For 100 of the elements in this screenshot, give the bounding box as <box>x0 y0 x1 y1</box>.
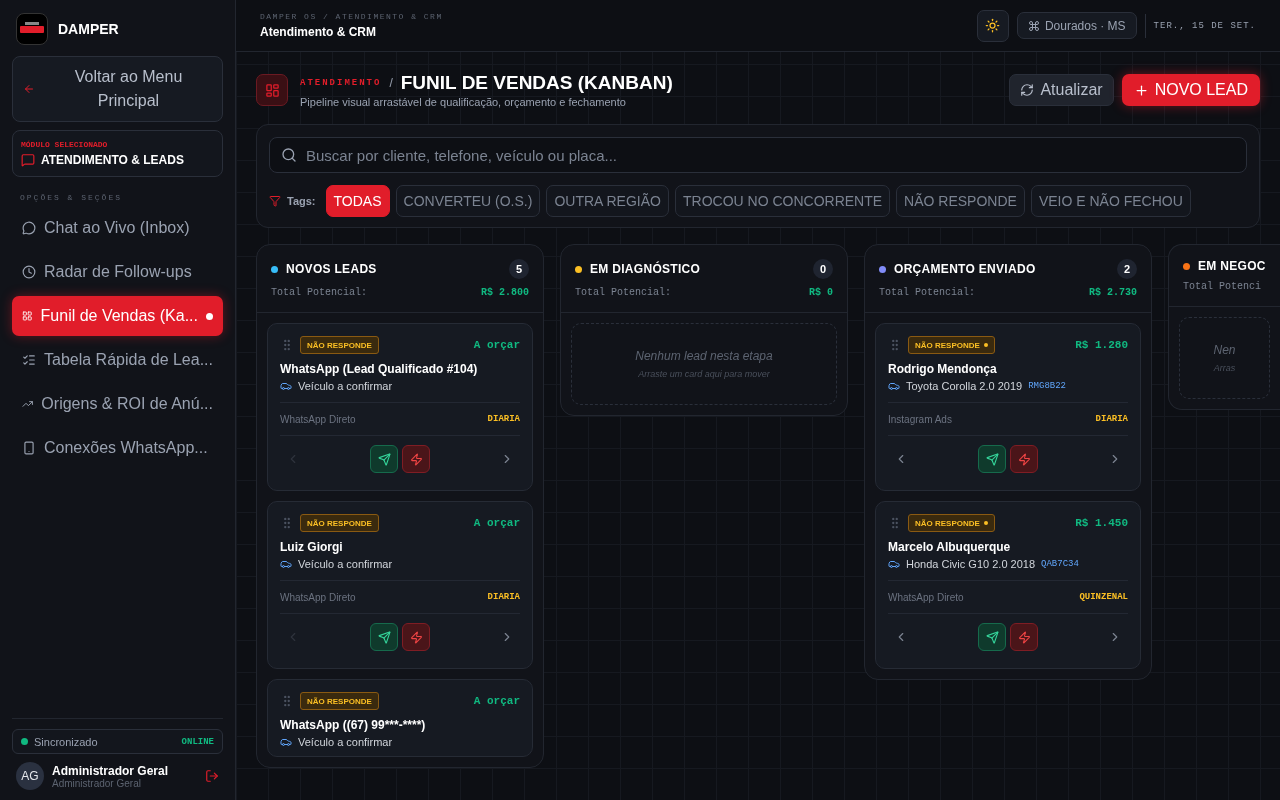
active-dot <box>206 312 213 320</box>
lead-card[interactable]: NÃO RESPONDE R$ 1.450 Marcelo Albuquerque Honda Civic G10 2.0 2018 QAB7C34 WhatsApp Direto QUINZENAL <box>875 501 1141 669</box>
total-value: R$ 0 <box>809 287 833 298</box>
follow-up-frequency: DIARIA <box>487 592 520 602</box>
total-label: Total Potencial: <box>575 287 671 298</box>
lead-card[interactable]: NÃO RESPONDE A orçar WhatsApp (Lead Qualificado #104) Veículo a confirmar WhatsApp Direto DIARIA <box>267 323 533 491</box>
send-message-button[interactable] <box>978 445 1006 473</box>
logo-icon <box>16 13 48 45</box>
send-message-button[interactable] <box>370 623 398 651</box>
new-lead-button[interactable]: NOVO LEAD <box>1121 74 1260 106</box>
car-icon <box>280 380 292 392</box>
car-icon <box>280 736 292 748</box>
lead-name: Marcelo Albuquerque <box>888 540 1012 554</box>
refresh-button[interactable]: Atualizar <box>1009 74 1114 106</box>
send-message-button[interactable] <box>978 623 1006 651</box>
user-name: Administrador Geral <box>52 763 170 778</box>
tag-filter[interactable]: TROCOU NO CONCORRENTE <box>674 185 891 217</box>
lead-value: R$ 1.280 <box>1075 339 1128 351</box>
user-avatar: AG <box>16 762 44 790</box>
lead-name: Rodrigo Mendonça <box>888 362 998 376</box>
lead-count: 0 <box>813 259 833 279</box>
sidebar-item[interactable]: Conexões WhatsApp... <box>12 428 223 468</box>
search-field[interactable]: Buscar por cliente, telefone, veículo ou placa... <box>269 137 1247 173</box>
checklist-icon <box>22 353 36 367</box>
sidebar-item[interactable]: Tabela Rápida de Lea... <box>12 340 223 380</box>
location-badge: Dourados · MS <box>1016 12 1137 39</box>
vehicle-text: Honda Civic G10 2.0 2018 <box>906 558 1036 570</box>
tag-filter[interactable]: NÃO RESPONDE <box>896 185 1025 217</box>
sidebar-item[interactable]: Radar de Follow-ups <box>12 252 223 292</box>
tag-filter[interactable]: TODAS <box>325 185 390 217</box>
status-tag: NÃO RESPONDE <box>300 514 379 532</box>
sidebar-item[interactable]: Funil de Vendas (Ka... <box>12 296 223 336</box>
send-message-button[interactable] <box>370 445 398 473</box>
follow-up-frequency: DIARIA <box>1095 414 1128 424</box>
logout-icon[interactable] <box>205 769 219 783</box>
lead-source: WhatsApp Direto <box>280 413 356 425</box>
send-icon <box>377 630 391 644</box>
quick-action-button[interactable] <box>1010 623 1038 651</box>
quick-action-button[interactable] <box>1010 445 1038 473</box>
kanban-icon <box>256 74 288 106</box>
breadcrumb: DAMPER OS / ATENDIMENTO & CRM <box>260 12 443 21</box>
car-icon <box>280 558 292 570</box>
total-value: R$ 2.800 <box>481 287 529 298</box>
lead-count: 2 <box>1117 259 1137 279</box>
lead-name: Luiz Giorgi <box>280 540 344 554</box>
brand-name: DAMPER <box>58 21 119 37</box>
sidebar-item[interactable]: Origens & ROI de Anú... <box>12 384 223 424</box>
quick-action-button[interactable] <box>402 445 430 473</box>
status-dot <box>21 738 28 745</box>
lightning-icon <box>1017 452 1031 466</box>
chat-bubble-icon <box>22 221 36 235</box>
lead-card[interactable]: NÃO RESPONDE A orçar Luiz Giorgi Veículo a confirmar WhatsApp Direto DIARIA <box>267 501 533 669</box>
status-tag: NÃO RESPONDE <box>908 514 995 532</box>
empty-title: Nenhum lead nesta etapa <box>635 349 773 363</box>
theme-toggle-button[interactable] <box>976 9 1009 42</box>
status-tag: NÃO RESPONDE <box>300 692 379 710</box>
lead-count: 5 <box>509 259 529 279</box>
module-name: ATENDIMENTO & LEADS <box>41 153 184 167</box>
lead-name: WhatsApp (Lead Qualificado #104) <box>280 362 479 376</box>
section-label: ATENDIMENTO <box>300 78 382 88</box>
clock-icon <box>22 265 36 279</box>
lead-value: A orçar <box>473 339 520 351</box>
date-text: TER., 15 DE SET. <box>1144 13 1256 38</box>
grid-icon <box>22 309 33 323</box>
empty-hint: Arras <box>1213 363 1236 373</box>
lead-name: WhatsApp ((67) 99***-****) <box>280 718 427 732</box>
status-tag: NÃO RESPONDE <box>300 336 379 354</box>
total-value: R$ 2.730 <box>1089 287 1137 298</box>
separator: / <box>389 76 393 90</box>
header-title: Atendimento & CRM <box>260 25 377 39</box>
car-icon <box>888 380 900 392</box>
sync-label: Sincronizado <box>34 735 99 748</box>
sidebar-item[interactable]: Chat ao Vivo (Inbox) <box>12 208 223 248</box>
plate-text: RMG8B22 <box>1028 381 1066 391</box>
send-icon <box>985 452 999 466</box>
lead-source: Instagram Ads <box>888 413 952 425</box>
total-label: Total Potencial: <box>271 287 367 298</box>
lead-value: R$ 1.450 <box>1075 517 1128 529</box>
command-icon <box>1027 19 1040 32</box>
column-title: ORÇAMENTO ENVIADO <box>894 262 1037 276</box>
tags-label: Tags: <box>287 195 316 207</box>
vehicle-text: Toyota Corolla 2.0 2019 <box>906 380 1023 392</box>
back-button[interactable]: Voltar ao Menu Principal <box>12 56 223 122</box>
section-title: OPÇÕES & SEÇÕES <box>20 193 123 202</box>
lead-card[interactable]: NÃO RESPONDE R$ 1.280 Rodrigo Mendonça Toyota Corolla 2.0 2019 RMG8B22 Instagram Ads DIARIA <box>875 323 1141 491</box>
empty-title: Nen <box>1213 343 1236 357</box>
lead-value: A orçar <box>473 695 520 707</box>
tag-filter[interactable]: OUTRA REGIÃO <box>546 185 669 217</box>
tag-filter[interactable]: CONVERTEU (O.S.) <box>395 185 541 217</box>
lightning-icon <box>409 452 423 466</box>
car-icon <box>888 558 900 570</box>
page-title: FUNIL DE VENDAS (KANBAN) <box>400 72 673 94</box>
tag-filter[interactable]: VEIO E NÃO FECHOU <box>1030 185 1191 217</box>
page-subtitle: Pipeline visual arrastável de qualificação, orçamento e fechamento <box>300 96 627 108</box>
empty-hint: Arraste um card aqui para mover <box>638 369 770 379</box>
lead-card[interactable]: NÃO RESPONDE A orçar WhatsApp ((67) 99***-****) Veículo a confirmar <box>267 679 533 757</box>
lead-value: A orçar <box>473 517 520 529</box>
module-label: MÓDULO SELECIONADO <box>21 140 109 149</box>
quick-action-button[interactable] <box>402 623 430 651</box>
arrow-left-icon <box>23 83 35 95</box>
